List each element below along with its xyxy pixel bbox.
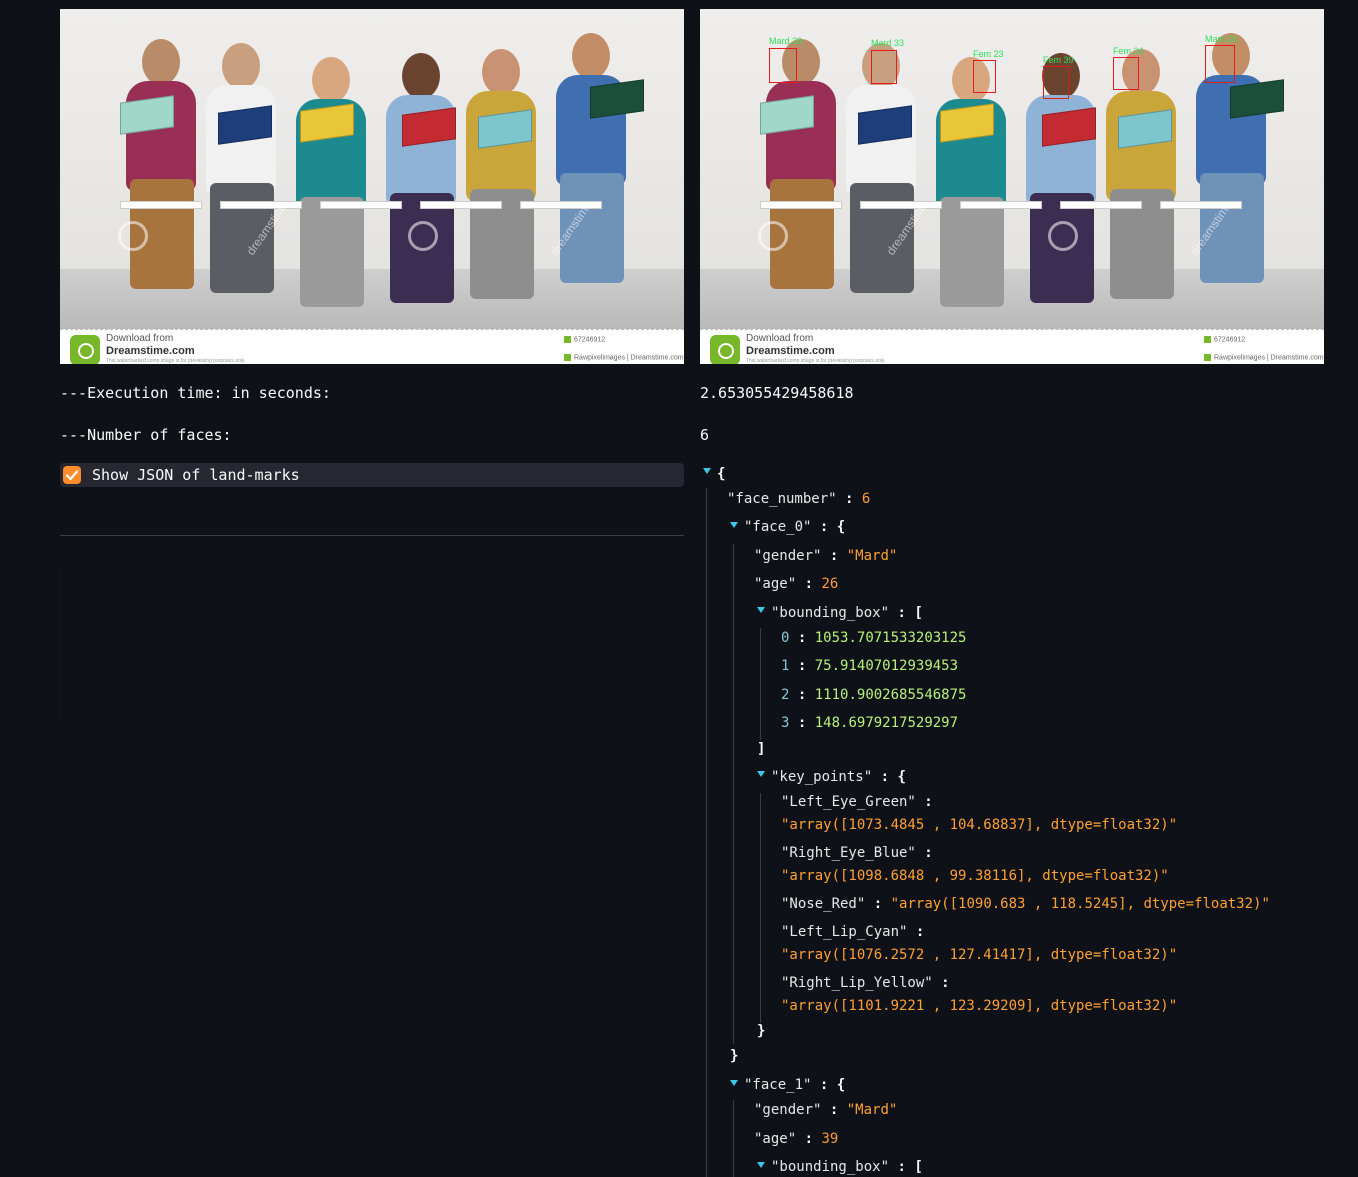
json-bbox-key: "bounding_box" : [ [771, 605, 923, 621]
faces-count-label: ---Number of faces: [60, 426, 232, 444]
image-id: 67246912 [564, 336, 605, 343]
json-face-number: "face_number" : 6 [727, 491, 871, 507]
face-box [769, 48, 797, 83]
json-kp-key: "Left_Eye_Green" : [781, 794, 933, 810]
fine-print: This watermarked comp image is for previ… [746, 358, 886, 364]
watermark-swirl-icon [758, 221, 788, 251]
face-label: Fem 39 [1043, 55, 1074, 65]
collapse-root-icon[interactable] [703, 468, 711, 474]
fine-print: This watermarked comp image is for previ… [106, 358, 246, 364]
json-bbox-key: "bounding_box" : [ [771, 1159, 923, 1175]
json-kp-value: "array([1073.4845 , 104.68837], dtype=fl… [781, 817, 1178, 833]
json-kp-key: "Right_Lip_Yellow" : [781, 975, 950, 991]
json-bbox-item: 1 : 75.91407012939453 [781, 658, 959, 674]
face-label: Mard 39 [769, 36, 803, 46]
dreamstime-logo-icon [710, 335, 740, 364]
json-kp-value: "array([1098.6848 , 99.38116], dtype=flo… [781, 868, 1169, 884]
json-bbox-item: 2 : 1110.9002685546875 [781, 687, 967, 703]
collapse-face-1-icon[interactable] [730, 1080, 738, 1086]
download-from-text: Download from [746, 333, 814, 344]
json-kp-key: "Left_Lip_Cyan" : [781, 924, 925, 940]
json-face-0-key: "face_0" : { [744, 519, 846, 535]
json-gender: "gender" : "Mard" [754, 548, 898, 564]
download-from-text: Download from [106, 333, 174, 344]
json-age: "age" : 26 [754, 576, 839, 592]
collapse-keypoints-icon[interactable] [757, 771, 765, 777]
watermark-swirl-icon [118, 221, 148, 251]
face-label: Fem 23 [973, 49, 1004, 59]
collapse-bbox-icon[interactable] [757, 1162, 765, 1168]
json-kp-row: "Nose_Red" : "array([1090.683 , 118.5245… [781, 896, 1270, 912]
execution-time-value: 2.653055429458618 [700, 384, 854, 402]
face-box [871, 50, 897, 84]
original-image: dreamstime dreamstime Download from Drea… [60, 9, 684, 364]
json-bbox-item: 3 : 148.6979217529297 [781, 715, 959, 731]
face-box [1205, 45, 1235, 83]
image-credit: Rawpixelimages | Dreamstime.com [564, 354, 684, 361]
json-face-1-key: "face_1" : { [744, 1077, 846, 1093]
face-box [973, 60, 996, 93]
face-label: Mard 26 [1205, 34, 1239, 44]
json-gender: "gender" : "Mard" [754, 1102, 898, 1118]
watermark-swirl-icon [408, 221, 438, 251]
json-keypoints-key: "key_points" : { [771, 769, 906, 785]
checkbox-checked-icon[interactable] [63, 466, 81, 484]
json-age: "age" : 39 [754, 1131, 839, 1147]
checkbox-label[interactable]: Show JSON of land-marks [92, 466, 300, 484]
json-kp-value: "array([1076.2572 , 127.41417], dtype=fl… [781, 947, 1178, 963]
show-json-checkbox[interactable]: Show JSON of land-marks [60, 463, 684, 487]
json-bbox-item: 0 : 1053.7071533203125 [781, 630, 967, 646]
face-label: Fem 24 [1113, 46, 1144, 56]
face-box [1043, 66, 1069, 99]
face-box [1113, 57, 1139, 90]
collapse-bbox-icon[interactable] [757, 607, 765, 613]
face-label: Mard 33 [871, 38, 905, 48]
execution-time-label: ---Execution time: in seconds: [60, 384, 331, 402]
brand-text: Dreamstime.com [746, 345, 835, 357]
empty-column-edge [60, 570, 61, 720]
brand-text: Dreamstime.com [106, 345, 195, 357]
json-kp-key: "Right_Eye_Blue" : [781, 845, 933, 861]
watermark-swirl-icon [1048, 221, 1078, 251]
image-credit: Rawpixelimages | Dreamstime.com [1204, 354, 1324, 361]
faces-count-value: 6 [700, 426, 710, 444]
image-id: 67246912 [1204, 336, 1245, 343]
divider [60, 535, 684, 536]
annotated-image: dreamstime dreamstime Mard 39 Mard 33 Fe… [700, 9, 1324, 364]
collapse-face-0-icon[interactable] [730, 522, 738, 528]
dreamstime-logo-icon [70, 335, 100, 364]
json-kp-value: "array([1101.9221 , 123.29209], dtype=fl… [781, 998, 1178, 1014]
